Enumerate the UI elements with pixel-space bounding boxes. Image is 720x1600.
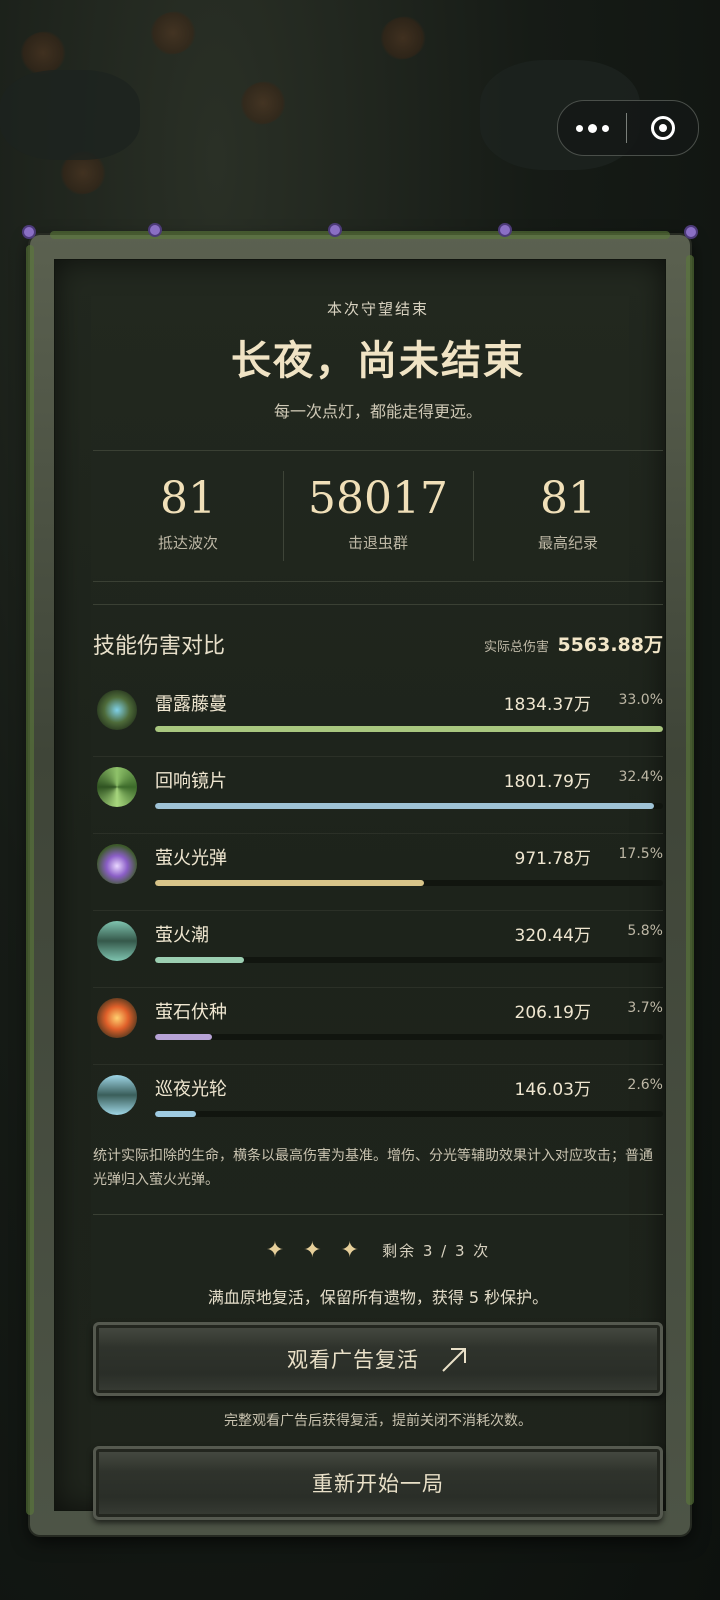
damage-bar-fill <box>155 1034 212 1040</box>
skill-damage-list: 雷露藤蔓 1834.37万 33.0% 回响镜片 1801.79万 32.4% … <box>93 680 663 1141</box>
skill-name: 雷露藤蔓 <box>155 694 227 715</box>
skill-name: 巡夜光轮 <box>155 1079 227 1100</box>
skill-damage-value: 206.19万 <box>514 1003 591 1023</box>
flower-decoration <box>24 227 34 237</box>
flower-decoration <box>330 225 340 235</box>
damage-bar-fill <box>155 726 663 732</box>
vine-decoration <box>26 245 34 1515</box>
panel-tagline: 每一次点灯，都能走得更远。 <box>273 402 482 421</box>
flower-decoration <box>500 225 510 235</box>
panel-subtitle: 本次守望结束 <box>326 300 429 318</box>
skill-row: 萤火潮 320.44万 5.8% <box>93 911 663 988</box>
divider <box>93 604 663 605</box>
skill-damage-percent: 5.8% <box>627 923 663 939</box>
stat-wave: 81 抵达波次 <box>93 451 283 581</box>
stat-label: 击退虫群 <box>347 534 408 552</box>
leaf-decoration <box>232 72 294 134</box>
skill-damage-value: 1801.79万 <box>503 772 591 792</box>
skill-row: 巡夜光轮 146.03万 2.6% <box>93 1065 663 1141</box>
skill-damage-percent: 3.7% <box>627 1000 663 1016</box>
vine-decoration <box>686 255 694 1505</box>
stats-row: 81 抵达波次 58017 击退虫群 81 最高纪录 <box>93 450 663 582</box>
skill-damage-value: 146.03万 <box>514 1080 591 1100</box>
stat-label: 最高纪录 <box>537 534 598 552</box>
flower-decoration <box>686 227 696 237</box>
restart-button[interactable]: 重新开始一局 <box>93 1446 663 1520</box>
result-panel-frame: 本次守望结束 长夜，尚未结束 每一次点灯，都能走得更远。 81 抵达波次 580… <box>24 225 696 1535</box>
damage-title: 技能伤害对比 <box>93 634 226 659</box>
result-panel: 本次守望结束 长夜，尚未结束 每一次点灯，都能走得更远。 81 抵达波次 580… <box>54 259 666 1520</box>
panel-title: 长夜，尚未结束 <box>231 337 525 384</box>
dot-icon <box>575 124 583 132</box>
ad-note: 完整观看广告后获得复活，提前关闭不消耗次数。 <box>224 1413 532 1429</box>
echo-swirl-icon <box>97 767 137 807</box>
stat-kills: 58017 击退虫群 <box>283 451 473 581</box>
damage-bar-track <box>155 803 663 809</box>
watch-ad-revive-label: 观看广告复活 <box>287 1348 419 1372</box>
star-icon: ✦ ✦ ✦ <box>265 1238 365 1263</box>
damage-bar-fill <box>155 1111 196 1117</box>
night-wheel-icon <box>97 1075 137 1115</box>
lightning-vine-icon <box>97 690 137 730</box>
stat-value: 58017 <box>308 473 448 524</box>
stat-value: 81 <box>540 473 596 524</box>
stat-record: 81 最高纪录 <box>473 451 663 581</box>
skill-name: 萤石伏种 <box>155 1002 227 1023</box>
skill-row: 回响镜片 1801.79万 32.4% <box>93 757 663 834</box>
skill-row: 萤石伏种 206.19万 3.7% <box>93 988 663 1065</box>
damage-bar-track <box>155 880 663 886</box>
revive-description: 满血原地复活，保留所有遗物，获得 5 秒保护。 <box>207 1288 549 1307</box>
skill-row: 萤火光弹 971.78万 17.5% <box>93 834 663 911</box>
total-damage-value: 5563.88万 <box>557 634 663 656</box>
close-mini-program-button[interactable] <box>627 116 698 140</box>
dot-icon <box>601 124 609 132</box>
damage-bar-fill <box>155 880 425 886</box>
arrow-up-right-icon <box>442 1348 466 1372</box>
leaf-decoration <box>142 2 204 64</box>
skill-damage-percent: 32.4% <box>618 769 663 785</box>
rock-decoration <box>0 70 140 160</box>
total-damage-label: 实际总伤害 <box>483 640 549 655</box>
target-icon <box>650 116 675 140</box>
leaf-decoration <box>372 7 434 69</box>
skill-damage-value: 971.78万 <box>514 849 591 869</box>
mini-program-capsule <box>557 100 699 156</box>
skill-damage-value: 320.44万 <box>514 926 591 946</box>
flower-decoration <box>150 225 160 235</box>
damage-bar-track <box>155 1111 663 1117</box>
vine-decoration <box>50 231 670 239</box>
skill-name: 萤火潮 <box>155 925 209 946</box>
skill-name: 萤火光弹 <box>155 848 227 869</box>
dot-icon <box>587 123 597 133</box>
revive-counter: ✦ ✦ ✦ 剩余 3 / 3 次 <box>93 1238 663 1268</box>
revive-remaining: 剩余 3 / 3 次 <box>382 1242 491 1260</box>
watch-ad-revive-button[interactable]: 观看广告复活 <box>93 1322 663 1396</box>
divider <box>93 1214 663 1215</box>
restart-label: 重新开始一局 <box>312 1472 444 1496</box>
damage-bar-track <box>155 726 663 732</box>
damage-bar-fill <box>155 957 244 963</box>
skill-row: 雷露藤蔓 1834.37万 33.0% <box>93 680 663 757</box>
damage-bar-track <box>155 1034 663 1040</box>
firefly-orb-icon <box>97 844 137 884</box>
stat-value: 81 <box>160 473 216 524</box>
damage-bar-fill <box>155 803 654 809</box>
stat-label: 抵达波次 <box>157 534 218 552</box>
tide-totem-icon <box>97 921 137 961</box>
skill-damage-percent: 33.0% <box>618 692 663 708</box>
damage-bar-track <box>155 957 663 963</box>
seed-bomb-icon <box>97 998 137 1038</box>
skill-damage-percent: 2.6% <box>627 1077 663 1093</box>
skill-name: 回响镜片 <box>155 771 227 792</box>
stats-note: 统计实际扣除的生命，横条以最高伤害为基准。增伤、分光等辅助效果计入对应攻击；普通… <box>93 1148 653 1188</box>
more-menu-button[interactable] <box>558 101 626 155</box>
skill-damage-value: 1834.37万 <box>503 695 591 715</box>
damage-header: 技能伤害对比 实际总伤害 5563.88万 <box>93 628 663 668</box>
skill-damage-percent: 17.5% <box>618 846 663 862</box>
